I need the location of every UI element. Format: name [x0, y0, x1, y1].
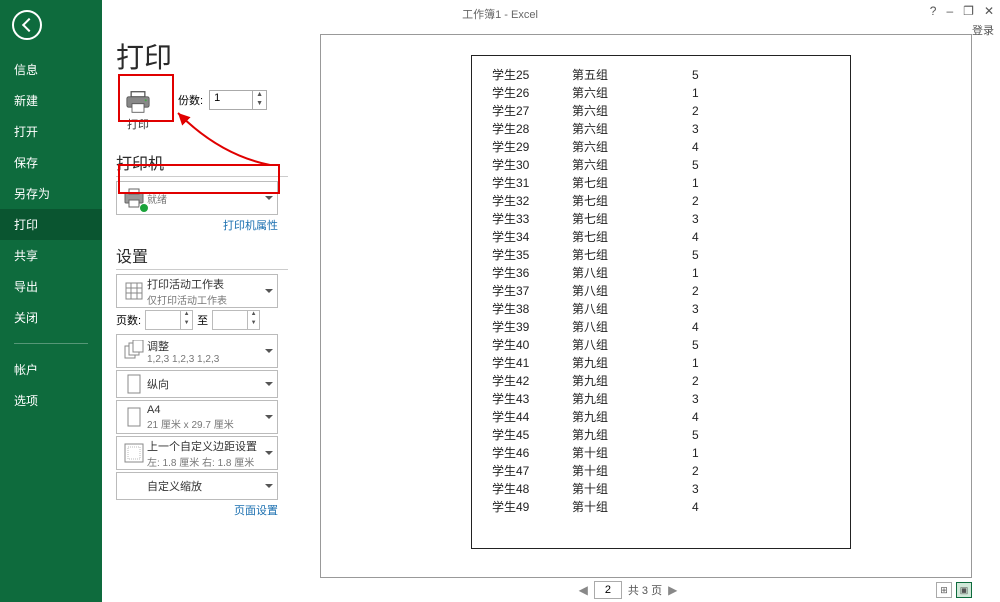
table-row: 学生34第七组4: [492, 228, 830, 246]
table-row: 学生43第九组3: [492, 390, 830, 408]
page-icon: [121, 404, 147, 430]
sidebar-item-打开[interactable]: 打开: [0, 116, 102, 147]
show-margins-button[interactable]: ⊞: [936, 582, 952, 598]
preview-table: 学生25第五组5学生26第六组1学生27第六组2学生28第六组3学生29第六组4…: [492, 66, 830, 516]
print-preview: 学生25第五组5学生26第六组1学生27第六组2学生28第六组3学生29第六组4…: [302, 28, 1000, 602]
window-controls: ? – ❐ ✕: [930, 4, 994, 18]
main-content: 打印 打印 份数: 1 ▲▼ 打印机: [102, 28, 1000, 602]
table-row: 学生46第十组1: [492, 444, 830, 462]
pages-from-input[interactable]: ▲▼: [145, 310, 193, 330]
table-row: 学生33第七组3: [492, 210, 830, 228]
collate-select[interactable]: 调整1,2,3 1,2,3 1,2,3: [116, 334, 278, 368]
table-row: 学生31第七组1: [492, 174, 830, 192]
chevron-down-icon: [265, 484, 273, 488]
page-title: 打印: [116, 36, 288, 76]
table-row: 学生37第八组2: [492, 282, 830, 300]
chevron-down-icon: [265, 349, 273, 353]
copies-row: 份数: 1 ▲▼: [178, 90, 267, 110]
minimize-icon[interactable]: –: [946, 4, 953, 18]
paper-size-select[interactable]: A421 厘米 x 29.7 厘米: [116, 400, 278, 434]
annotation-box-print-button: [118, 74, 174, 122]
table-row: 学生38第八组3: [492, 300, 830, 318]
table-row: 学生26第六组1: [492, 84, 830, 102]
scaling-select[interactable]: 自定义缩放: [116, 472, 278, 500]
sheet-icon: [121, 278, 147, 304]
copies-spinner[interactable]: 1 ▲▼: [209, 90, 267, 110]
current-page-input[interactable]: [594, 581, 622, 599]
annotation-box-printer-select: [118, 164, 280, 194]
sidebar-separator: [14, 343, 88, 344]
table-row: 学生39第八组4: [492, 318, 830, 336]
table-row: 学生25第五组5: [492, 66, 830, 84]
prev-page-button[interactable]: ◀: [579, 583, 588, 597]
sidebar-item-保存[interactable]: 保存: [0, 147, 102, 178]
sidebar: 信息新建打开保存另存为打印共享导出关闭 帐户选项: [0, 0, 102, 602]
chevron-down-icon: [265, 289, 273, 293]
table-row: 学生44第九组4: [492, 408, 830, 426]
page-setup-link[interactable]: 页面设置: [116, 502, 278, 518]
table-row: 学生40第八组5: [492, 336, 830, 354]
help-icon[interactable]: ?: [930, 4, 937, 18]
margins-select[interactable]: 上一个自定义边距设置左: 1.8 厘米 右: 1.8 厘米: [116, 436, 278, 470]
close-icon[interactable]: ✕: [984, 4, 994, 18]
table-row: 学生36第八组1: [492, 264, 830, 282]
sidebar-item-信息[interactable]: 信息: [0, 54, 102, 85]
collate-icon: [121, 338, 147, 364]
sidebar-item-新建[interactable]: 新建: [0, 85, 102, 116]
print-scope-select[interactable]: 打印活动工作表仅打印活动工作表: [116, 274, 278, 308]
scaling-icon: [121, 473, 147, 499]
copies-label: 份数:: [178, 92, 203, 108]
table-row: 学生29第六组4: [492, 138, 830, 156]
pages-to-input[interactable]: ▲▼: [212, 310, 260, 330]
sidebar-item-打印[interactable]: 打印: [0, 209, 102, 240]
sidebar-item-关闭[interactable]: 关闭: [0, 302, 102, 333]
table-row: 学生27第六组2: [492, 102, 830, 120]
window-title: 工作簿1 - Excel: [462, 6, 538, 22]
table-row: 学生28第六组3: [492, 120, 830, 138]
preview-page: 学生25第五组5学生26第六组1学生27第六组2学生28第六组3学生29第六组4…: [320, 34, 972, 578]
table-row: 学生47第十组2: [492, 462, 830, 480]
chevron-down-icon: [265, 451, 273, 455]
table-row: 学生32第七组2: [492, 192, 830, 210]
sidebar-item-选项[interactable]: 选项: [0, 385, 102, 416]
back-button[interactable]: [12, 10, 42, 40]
chevron-down-icon: [265, 415, 273, 419]
page-total-label: 共 3 页: [628, 582, 662, 598]
status-ready-icon: [139, 203, 149, 213]
back-arrow-icon: [21, 18, 35, 32]
pages-range-row: 页数: ▲▼ 至 ▲▼: [116, 310, 278, 330]
next-page-button[interactable]: ▶: [668, 583, 677, 597]
sidebar-item-导出[interactable]: 导出: [0, 271, 102, 302]
table-row: 学生45第九组5: [492, 426, 830, 444]
zoom-to-page-button[interactable]: ▣: [956, 582, 972, 598]
chevron-down-icon: [265, 382, 273, 386]
table-row: 学生49第十组4: [492, 498, 830, 516]
page-navigator: ◀ 共 3 页 ▶: [579, 581, 678, 599]
copies-value[interactable]: 1: [210, 91, 252, 109]
table-row: 学生35第七组5: [492, 246, 830, 264]
table-row: 学生48第十组3: [492, 480, 830, 498]
titlebar: 工作簿1 - Excel ? – ❐ ✕ 登录: [0, 0, 1000, 28]
table-row: 学生30第六组5: [492, 156, 830, 174]
margins-icon: [121, 440, 147, 466]
printer-properties-link[interactable]: 打印机属性: [116, 217, 278, 233]
preview-footer: ◀ 共 3 页 ▶ ⊞ ▣: [320, 578, 972, 602]
pages-to-label: 至: [197, 312, 208, 328]
spinner-buttons[interactable]: ▲▼: [252, 91, 266, 109]
settings-heading: 设置: [116, 243, 288, 270]
pages-label: 页数:: [116, 312, 141, 328]
sidebar-item-另存为[interactable]: 另存为: [0, 178, 102, 209]
sidebar-item-帐户[interactable]: 帐户: [0, 354, 102, 385]
sidebar-item-共享[interactable]: 共享: [0, 240, 102, 271]
chevron-down-icon: [265, 196, 273, 200]
orientation-select[interactable]: 纵向: [116, 370, 278, 398]
restore-icon[interactable]: ❐: [963, 4, 974, 18]
portrait-icon: [121, 371, 147, 397]
table-row: 学生41第九组1: [492, 354, 830, 372]
table-row: 学生42第九组2: [492, 372, 830, 390]
preview-content: 学生25第五组5学生26第六组1学生27第六组2学生28第六组3学生29第六组4…: [471, 55, 851, 549]
